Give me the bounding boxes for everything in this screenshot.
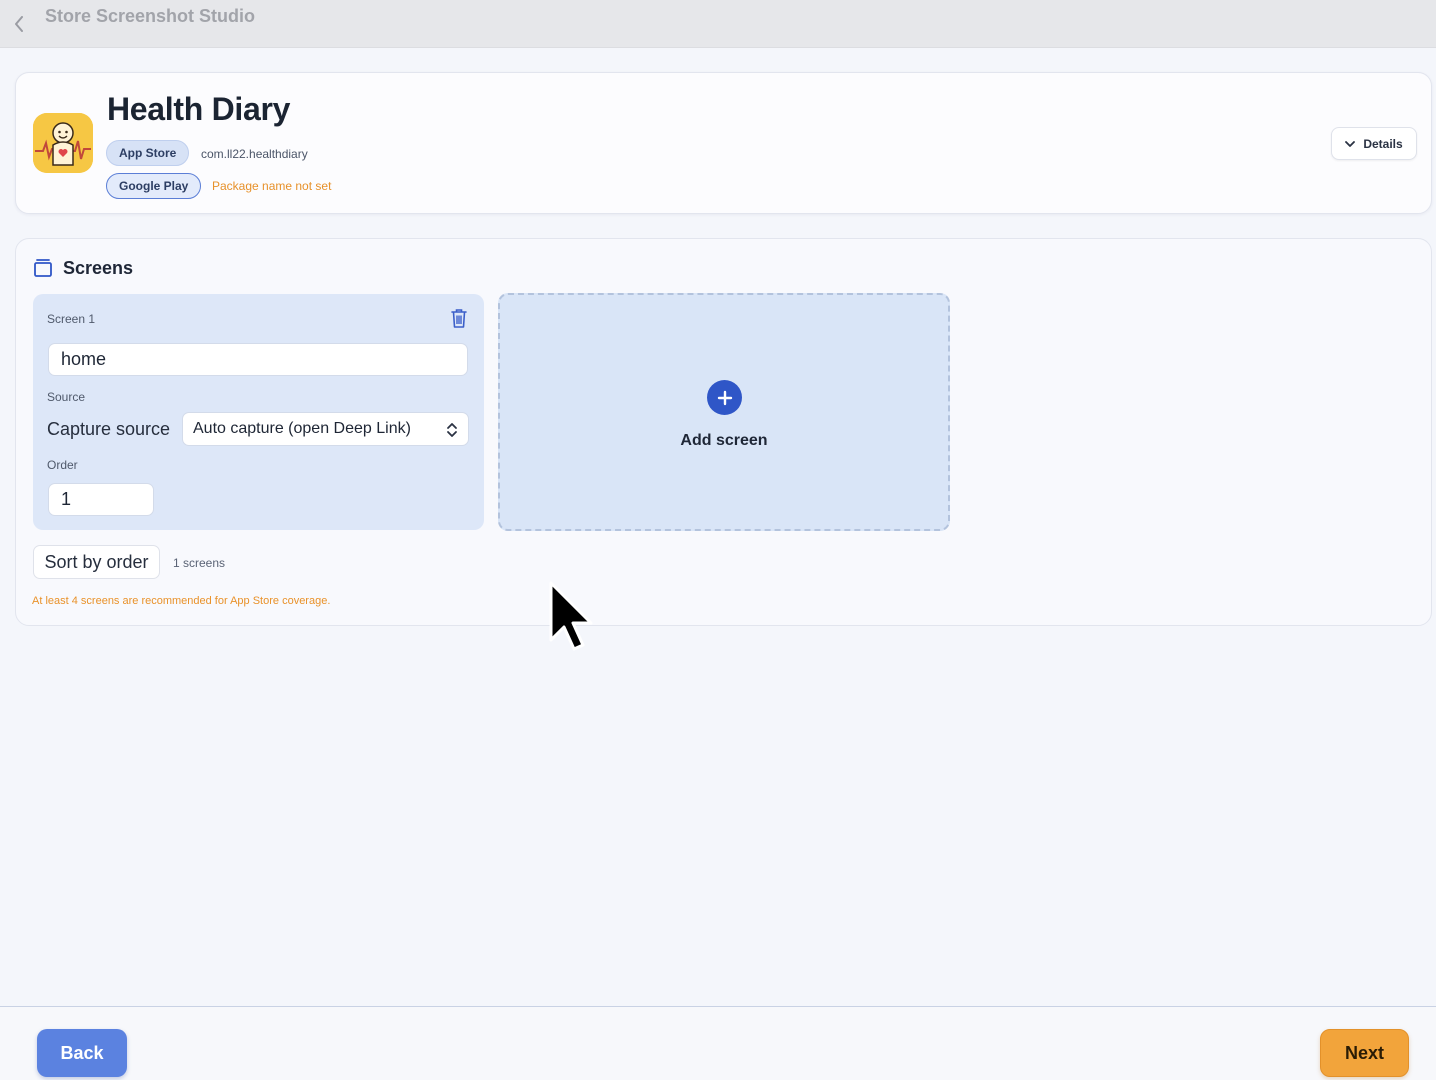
window-titlebar: Store Screenshot Studio [0, 0, 1436, 48]
footer-bar: Back Next [0, 1006, 1436, 1080]
google-play-badge[interactable]: Google Play [106, 173, 202, 199]
package-warning: Package name not set [212, 179, 332, 193]
trash-icon[interactable] [449, 307, 469, 329]
chevron-left-icon[interactable] [12, 15, 26, 32]
back-button[interactable]: Back [37, 1029, 127, 1077]
stack-icon [33, 257, 53, 277]
app-name: Health Diary [107, 91, 291, 127]
source-label: Source [47, 390, 86, 404]
add-screen-button[interactable]: Add screen [498, 293, 950, 531]
add-screen-label: Add screen [680, 432, 768, 449]
screen-name-input[interactable] [48, 343, 468, 376]
details-button[interactable]: Details [1331, 127, 1417, 160]
screens-section: Screens Screen 1 Source Capture source A… [15, 238, 1432, 626]
sort-by-order-button[interactable]: Sort by order [33, 545, 160, 579]
app-icon [33, 113, 93, 173]
order-label: Order [47, 458, 78, 472]
capture-source-select[interactable]: Auto capture (open Deep Link) [182, 412, 469, 446]
screens-title: Screens [63, 258, 134, 278]
coverage-warning: At least 4 screens are recommended for A… [32, 595, 331, 607]
window-title: Store Screenshot Studio [45, 6, 256, 26]
next-button[interactable]: Next [1320, 1029, 1409, 1077]
chevron-down-icon [1345, 137, 1356, 151]
bundle-id: com.ll22.healthdiary [201, 147, 308, 161]
screen-item: Screen 1 Source Capture source Auto capt… [33, 294, 484, 530]
screen-label: Screen 1 [47, 312, 96, 326]
app-store-badge: App Store [106, 140, 190, 166]
details-label: Details [1363, 136, 1403, 151]
capture-source-value: Auto capture (open Deep Link) [193, 420, 411, 437]
plus-circle-icon [707, 380, 742, 415]
capture-source-label: Capture source [47, 419, 171, 439]
screen-count: 1 screens [173, 556, 226, 570]
app-info-card: Health Diary App Store com.ll22.healthdi… [15, 72, 1432, 214]
order-input[interactable] [48, 483, 154, 516]
updown-arrows-icon [446, 421, 458, 439]
